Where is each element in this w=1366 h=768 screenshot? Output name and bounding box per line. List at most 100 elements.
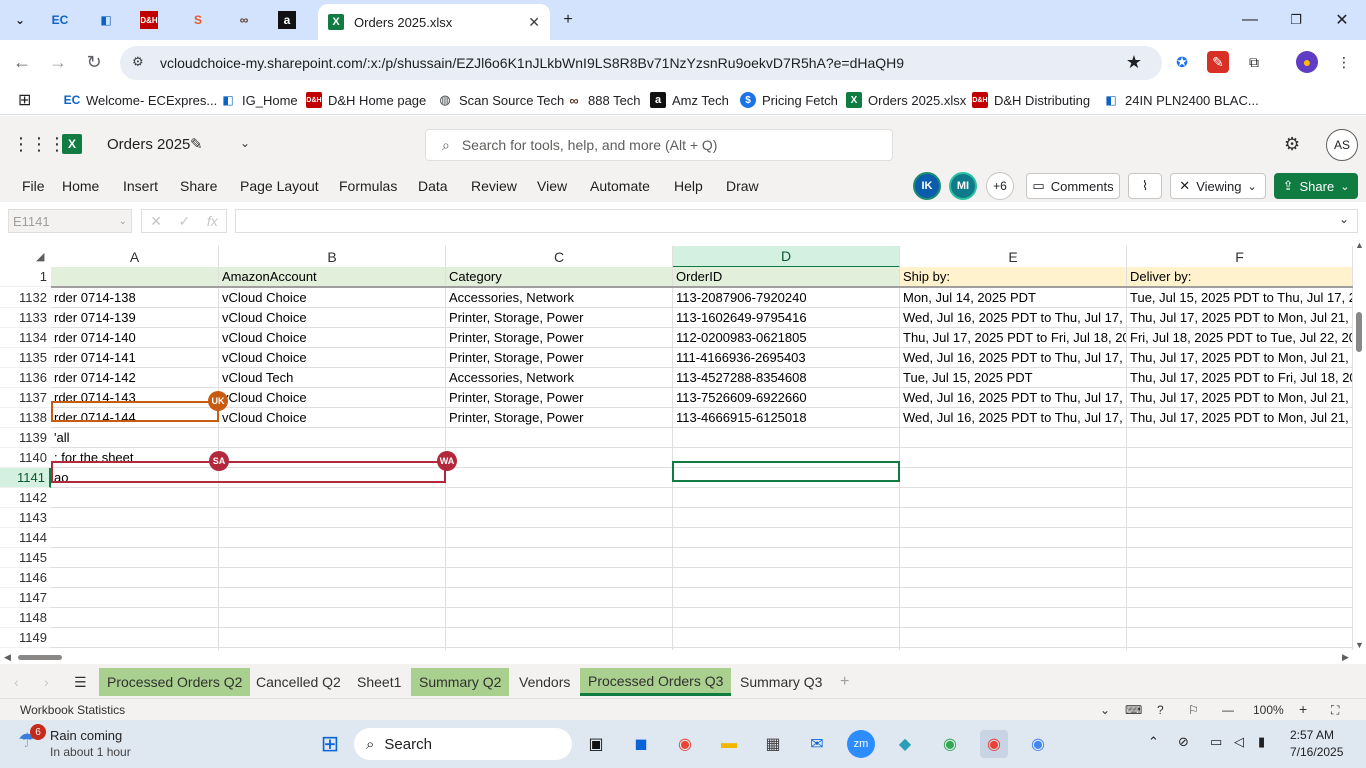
row-header[interactable]: 1137 [0, 388, 51, 408]
clock-time[interactable]: 2:57 AM [1290, 728, 1334, 742]
scroll-up-icon[interactable]: ▲ [1355, 240, 1364, 250]
table-cell[interactable] [219, 588, 446, 608]
all-sheets-menu-icon[interactable]: ☰ [66, 668, 95, 696]
sheet-tab-summary-q3[interactable]: Summary Q3 [732, 668, 830, 696]
menu-home[interactable]: Home [62, 178, 99, 194]
tray-chevron-icon[interactable]: ⌃ [1148, 734, 1159, 750]
table-cell[interactable] [51, 568, 219, 588]
table-cell[interactable] [446, 628, 673, 648]
table-cell[interactable]: rder 0714-141 [51, 348, 219, 368]
table-cell[interactable]: 'all [51, 428, 219, 448]
help-icon[interactable]: ? [1157, 703, 1164, 717]
table-cell[interactable] [219, 528, 446, 548]
table-cell[interactable] [900, 468, 1127, 488]
table-cell[interactable] [900, 588, 1127, 608]
chrome-icon[interactable]: ◉ [671, 730, 699, 758]
table-cell[interactable] [673, 608, 900, 628]
browser-menu-icon[interactable]: ⋮ [1333, 51, 1355, 73]
windows-start-icon[interactable]: ⊞ [316, 730, 344, 758]
table-cell[interactable] [446, 568, 673, 588]
table-cell[interactable] [219, 488, 446, 508]
row-header[interactable]: 1 [0, 267, 51, 287]
apps-grid-icon[interactable]: ⊞ [18, 91, 31, 109]
settings-gear-icon[interactable]: ⚙ [1284, 134, 1300, 155]
table-cell[interactable] [1127, 628, 1353, 648]
bookmark-amz[interactable]: a Amz Tech [650, 91, 729, 109]
table-cell[interactable] [51, 508, 219, 528]
row-header[interactable]: 1145 [0, 548, 51, 568]
header-cell-deliver-by[interactable]: Deliver by: [1127, 267, 1353, 287]
menu-help[interactable]: Help [674, 178, 703, 194]
sheet-tab-summary-q2[interactable]: Summary Q2 [411, 668, 510, 696]
workbook-statistics[interactable]: Workbook Statistics [20, 703, 125, 717]
bookmark-pricing[interactable]: $ Pricing Fetch [740, 91, 838, 109]
more-presence-badge[interactable]: +6 [986, 172, 1014, 200]
bookmark-ecexpress[interactable]: EC Welcome- ECExpres... [64, 91, 218, 109]
table-cell[interactable] [446, 468, 673, 488]
sheet-tab-processed-orders-q3[interactable]: Processed Orders Q3 [580, 668, 732, 696]
table-cell[interactable] [1127, 548, 1353, 568]
row-header[interactable]: 1140 [0, 448, 51, 468]
table-cell[interactable]: vCloud Choice [219, 408, 446, 428]
table-cell[interactable] [446, 508, 673, 528]
table-cell[interactable]: Thu, Jul 17, 2025 PDT to Fri, Jul 18, 20 [1127, 368, 1353, 388]
table-cell[interactable]: Printer, Storage, Power [446, 308, 673, 328]
table-cell[interactable] [1127, 608, 1353, 628]
table-cell[interactable] [219, 508, 446, 528]
comments-button[interactable]: ▭ Comments [1026, 173, 1120, 199]
name-box[interactable]: E1141 ⌄ [8, 209, 132, 233]
bookmark-star-icon[interactable]: ★ [1126, 52, 1142, 73]
table-cell[interactable] [51, 628, 219, 648]
document-title[interactable]: Orders 2025 [107, 136, 190, 153]
reload-icon[interactable]: ↻ [82, 50, 106, 74]
site-info-icon[interactable]: ⚙ [132, 54, 150, 72]
row-header[interactable]: 1142 [0, 488, 51, 508]
table-cell[interactable]: Wed, Jul 16, 2025 PDT to Thu, Jul 17, 2 [900, 308, 1127, 328]
header-cell-orderid[interactable]: OrderID [673, 267, 900, 287]
outlook-icon[interactable]: ✉ [803, 730, 831, 758]
table-cell[interactable]: 113-4666915-6125018 [673, 408, 900, 428]
table-cell[interactable]: 113-4527288-8354608 [673, 368, 900, 388]
table-cell[interactable]: vCloud Tech [219, 368, 446, 388]
column-header-d[interactable]: D [673, 246, 900, 268]
vertical-scrollbar[interactable]: ▲ ▼ [1353, 240, 1366, 650]
sheet-tab-sheet1[interactable]: Sheet1 [349, 668, 409, 696]
share-button[interactable]: ⇪ Share ⌄ [1274, 173, 1358, 199]
table-cell[interactable]: rder 0714-142 [51, 368, 219, 388]
table-cell[interactable]: Printer, Storage, Power [446, 348, 673, 368]
menu-view[interactable]: View [537, 178, 567, 194]
table-cell[interactable] [673, 428, 900, 448]
keyboard-icon[interactable]: ⌨ [1125, 703, 1142, 717]
table-cell[interactable]: Wed, Jul 16, 2025 PDT to Thu, Jul 17, 2 [900, 348, 1127, 368]
column-header-a[interactable]: A [51, 246, 219, 268]
bookmark-orders[interactable]: X Orders 2025.xlsx [846, 91, 966, 109]
header-cell-amazon-account[interactable]: AmazonAccount [219, 267, 446, 287]
store-icon[interactable]: ◼ [627, 730, 655, 758]
title-chevron-down-icon[interactable]: ⌄ [240, 136, 250, 150]
table-cell[interactable] [219, 628, 446, 648]
table-cell[interactable]: 112-0200983-0621805 [673, 328, 900, 348]
status-chevron-icon[interactable]: ⌄ [1100, 703, 1110, 717]
row-header[interactable]: 1149 [0, 628, 51, 648]
table-cell[interactable] [446, 488, 673, 508]
table-cell[interactable] [673, 548, 900, 568]
table-cell[interactable] [219, 608, 446, 628]
window-close-icon[interactable]: ✕ [1330, 8, 1354, 32]
tab-ecexpress-icon[interactable]: EC [48, 8, 72, 32]
table-cell[interactable]: Wed, Jul 16, 2025 PDT to Thu, Jul 17, 2 [900, 388, 1127, 408]
header-cell-category[interactable]: Category [446, 267, 673, 287]
restore-icon[interactable]: ❐ [1284, 8, 1308, 32]
table-cell[interactable]: vCloud Choice [219, 288, 446, 308]
table-cell[interactable] [673, 628, 900, 648]
table-cell[interactable] [219, 428, 446, 448]
display-icon[interactable]: ▭ [1210, 734, 1222, 750]
catch-up-button[interactable]: ⌇ [1128, 173, 1162, 199]
chrome-profile-icon[interactable]: ◉ [936, 730, 964, 758]
active-browser-tab[interactable]: X Orders 2025.xlsx ✕ [318, 4, 550, 40]
table-cell[interactable] [51, 588, 219, 608]
select-all-icon[interactable]: ◢ [36, 250, 44, 263]
zoom-out-icon[interactable]: — [1222, 703, 1234, 717]
table-cell[interactable]: Tue, Jul 15, 2025 PDT [900, 368, 1127, 388]
battery-icon[interactable]: ▮ [1258, 734, 1265, 750]
table-cell[interactable]: Mon, Jul 14, 2025 PDT [900, 288, 1127, 308]
